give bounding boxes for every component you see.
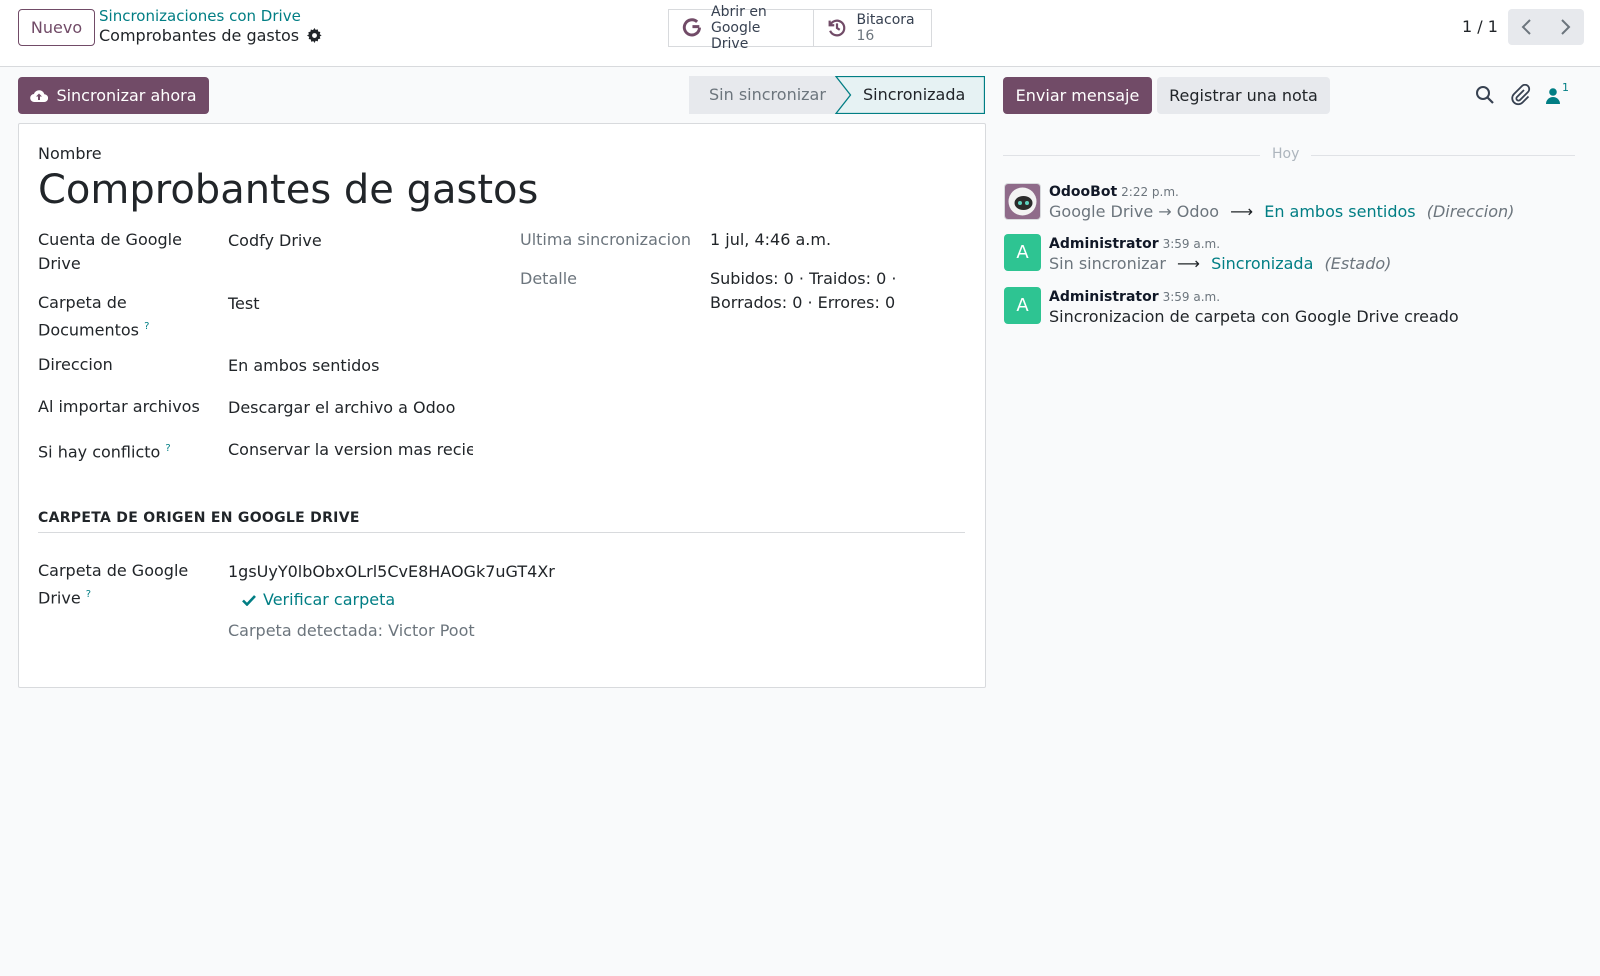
- folder-label-line1: Carpeta de: [38, 293, 127, 312]
- last-sync-value: 1 jul, 4:46 a.m.: [710, 230, 832, 249]
- date-separator: Hoy: [1260, 146, 1312, 162]
- followers-button[interactable]: 1: [1545, 81, 1575, 109]
- conflict-label-text: Si hay conflicto: [38, 442, 161, 462]
- open-google-drive-button[interactable]: Abrir en Google Drive: [669, 4, 813, 52]
- send-message-button[interactable]: Enviar mensaje: [1003, 77, 1152, 114]
- status-bar: Sin sincronizar Sincronizada: [689, 76, 985, 114]
- sync-now-label: Sincronizar ahora: [56, 86, 197, 105]
- conflict-tooltip-icon[interactable]: ?: [165, 443, 170, 454]
- tracking-new-value: En ambos sentidos: [1264, 202, 1416, 221]
- gear-icon[interactable]: [307, 28, 322, 43]
- history-icon: [829, 19, 846, 37]
- message-time: 3:59 a.m.: [1162, 290, 1221, 304]
- drive-folder-label-line2: Drive: [38, 588, 81, 608]
- last-sync-label: Ultima sincronizacion: [520, 230, 692, 249]
- name-label: Nombre: [38, 144, 102, 163]
- arrow-right-icon: ⟶: [1177, 254, 1200, 273]
- breadcrumb-parent-link[interactable]: Sincronizaciones con Drive: [99, 7, 301, 25]
- breadcrumb-current: Comprobantes de gastos: [99, 26, 322, 45]
- folder-label-line2: Documentos: [38, 320, 140, 340]
- record-name-field[interactable]: Comprobantes de gastos: [38, 165, 538, 215]
- conflict-label: Si hay conflicto ?: [38, 437, 171, 464]
- detected-folder-text: Carpeta detectada: Victor Poot: [228, 621, 475, 640]
- on-import-field[interactable]: Descargar el archivo a Odoo: [228, 396, 455, 420]
- section-title: CARPETA DE ORIGEN EN GOOGLE DRIVE: [38, 510, 360, 526]
- tracking-old-value: Sin sincronizar: [1049, 254, 1166, 273]
- message-author[interactable]: Administrator: [1049, 289, 1159, 305]
- search-icon[interactable]: [1474, 84, 1496, 106]
- on-import-label: Al importar archivos: [38, 397, 200, 416]
- cloud-upload-icon: [30, 89, 49, 102]
- arrow-right-icon: ⟶: [1230, 202, 1254, 221]
- drive-folder-label-line1: Carpeta de Google: [38, 561, 189, 580]
- odoobot-icon: [1005, 184, 1040, 219]
- administrator-avatar[interactable]: A: [1004, 287, 1041, 324]
- status-step-synced[interactable]: Sincronizada: [863, 85, 965, 104]
- message-time: 3:59 a.m.: [1162, 237, 1221, 251]
- log-button-label: Bitacora: [856, 12, 915, 28]
- message-2: Administrator 3:59 a.m. Sin sincronizar ⟶…: [1049, 233, 1391, 275]
- log-note-button[interactable]: Registrar una nota: [1157, 77, 1330, 114]
- status-step-not-synced[interactable]: Sin sincronizar: [709, 85, 826, 104]
- message-body: Sincronizacion de carpeta con Google Dri…: [1049, 307, 1459, 326]
- account-label-line1: Cuenta de Google: [38, 230, 182, 249]
- detail-label: Detalle: [520, 269, 577, 288]
- folder-tooltip-icon[interactable]: ?: [144, 321, 149, 332]
- odoobot-avatar[interactable]: [1004, 183, 1041, 220]
- chevron-left-icon: [1521, 19, 1531, 35]
- pager-value[interactable]: 1 / 1: [1462, 17, 1498, 36]
- account-label: Cuenta de Google Drive: [38, 228, 182, 276]
- user-icon: [1546, 88, 1560, 104]
- verify-folder-button[interactable]: Verificar carpeta: [242, 588, 395, 612]
- drive-button-line1: Abrir en: [711, 4, 767, 20]
- account-label-line2: Drive: [38, 254, 81, 273]
- paperclip-icon[interactable]: [1509, 84, 1531, 106]
- message-1: OdooBot 2:22 p.m. Google Drive → Odoo ⟶ E…: [1049, 181, 1514, 223]
- folder-label: Carpeta de Documentos ?: [38, 291, 149, 342]
- followers-count: 1: [1562, 81, 1569, 94]
- tracking-old-value: Google Drive → Odoo: [1049, 202, 1220, 221]
- account-field[interactable]: Codfy Drive: [228, 229, 322, 253]
- pager-next-button[interactable]: [1546, 9, 1584, 45]
- google-icon: [682, 18, 701, 37]
- message-3: Administrator 3:59 a.m. Sincronizacion de…: [1049, 286, 1459, 328]
- tracking-field-name: (Direccion): [1426, 202, 1515, 221]
- drive-folder-tooltip-icon[interactable]: ?: [86, 589, 91, 600]
- direction-label: Direccion: [38, 355, 113, 374]
- direction-field[interactable]: En ambos sentidos: [228, 354, 379, 378]
- drive-button-line2: Google Drive: [711, 20, 761, 52]
- detail-value-line2: Borrados: 0 · Errores: 0: [710, 293, 896, 312]
- administrator-avatar[interactable]: A: [1004, 234, 1041, 271]
- conflict-field[interactable]: Conservar la version mas recie: [228, 438, 473, 462]
- chevron-right-icon: [1561, 19, 1571, 35]
- sync-now-button[interactable]: Sincronizar ahora: [18, 77, 209, 114]
- message-author[interactable]: Administrator: [1049, 236, 1159, 252]
- form-sheet: Nombre Comprobantes de gastos Cuenta de …: [18, 123, 986, 688]
- message-time: 2:22 p.m.: [1121, 185, 1179, 199]
- check-icon: [242, 595, 256, 606]
- detail-value-line1: Subidos: 0 · Traidos: 0 ·: [710, 269, 897, 288]
- documents-folder-field[interactable]: Test: [228, 292, 260, 316]
- message-author[interactable]: OdooBot: [1049, 184, 1117, 200]
- drive-folder-label: Carpeta de Google Drive ?: [38, 559, 188, 610]
- detail-value: Subidos: 0 · Traidos: 0 · Borrados: 0 · …: [710, 267, 896, 315]
- breadcrumb-current-label: Comprobantes de gastos: [99, 26, 300, 45]
- section-divider: [38, 532, 965, 533]
- drive-folder-id-field[interactable]: 1gsUyY0lbObxOLrl5CvE8HAOGk7uGT4Xr: [228, 560, 555, 584]
- log-count: 16: [856, 28, 875, 44]
- pager-previous-button[interactable]: [1508, 9, 1546, 45]
- tracking-new-value: Sincronizada: [1211, 254, 1314, 273]
- tracking-field-name: (Estado): [1324, 254, 1392, 273]
- control-panel: Nuevo Sincronizaciones con Drive Comprob…: [0, 0, 1600, 67]
- new-button[interactable]: Nuevo: [18, 9, 95, 46]
- log-button[interactable]: Bitacora 16: [813, 10, 931, 46]
- verify-folder-label: Verificar carpeta: [263, 590, 396, 609]
- smart-buttons: Abrir en Google Drive Bitacora 16: [668, 4, 932, 52]
